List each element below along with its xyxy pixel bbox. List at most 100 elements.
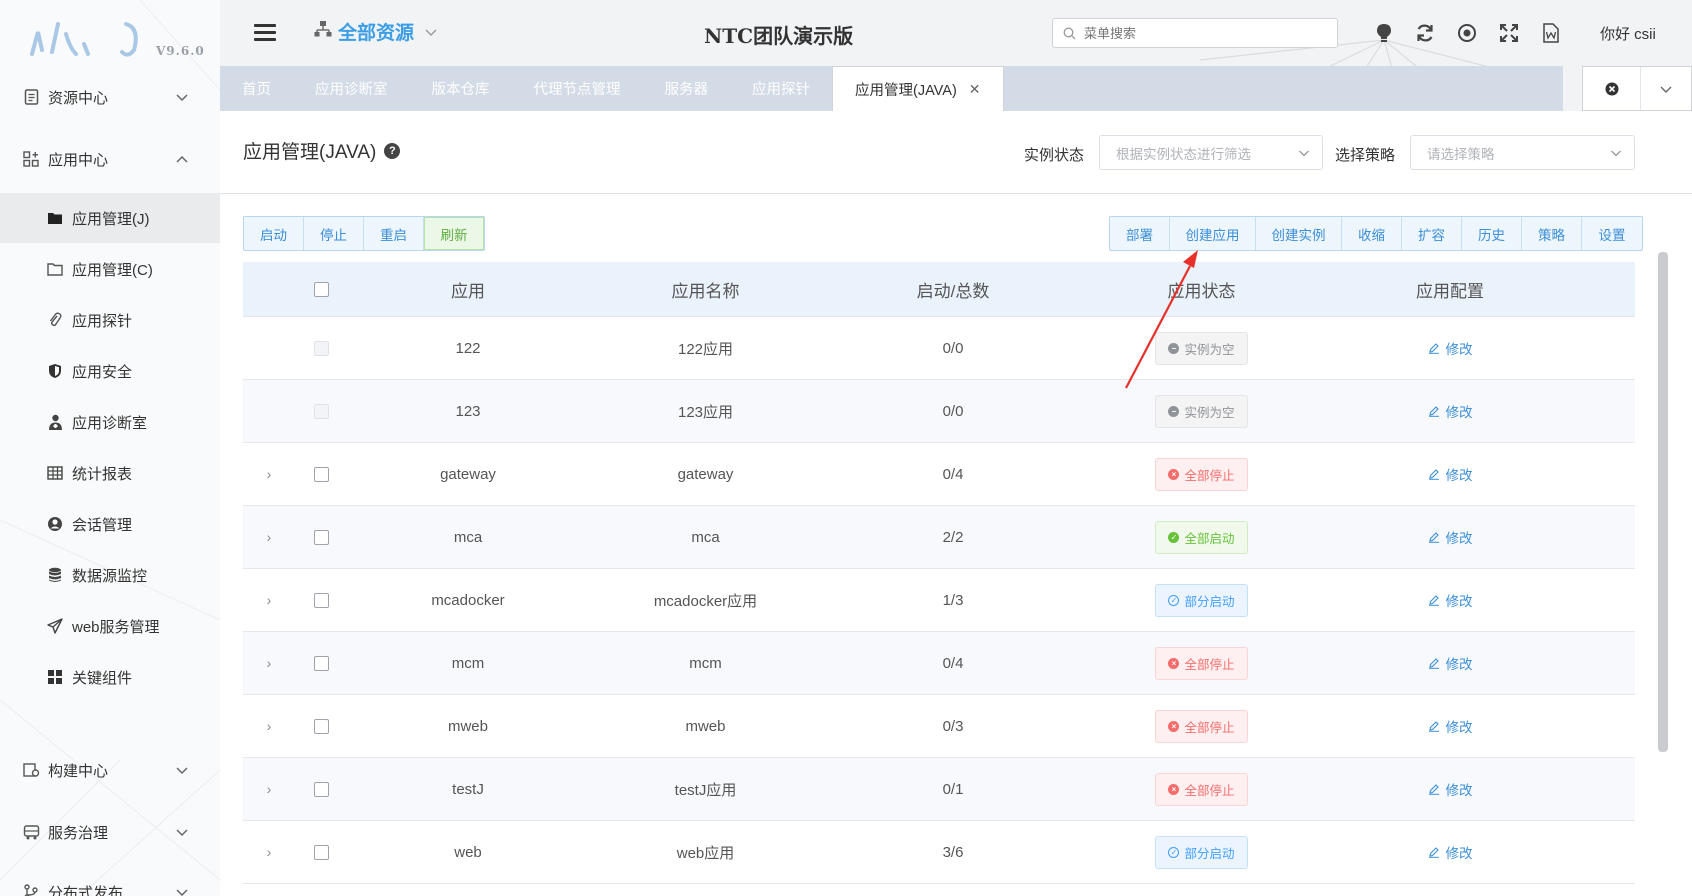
- tab-proxy-node[interactable]: 代理节点管理: [512, 66, 643, 111]
- sidebar-item-key-components[interactable]: 关键组件: [0, 652, 220, 702]
- user-greeting[interactable]: 你好 csii: [1600, 23, 1656, 44]
- expand-row-icon[interactable]: ›: [259, 632, 279, 694]
- row-checkbox: [311, 380, 331, 442]
- table-row[interactable]: › mcm mcm 0/4 × 全部停止 修改: [243, 632, 1635, 695]
- settings-button[interactable]: 设置: [1582, 217, 1642, 250]
- apps-add-icon: [22, 150, 40, 168]
- row-checkbox[interactable]: [311, 506, 331, 568]
- row-checkbox[interactable]: [311, 758, 331, 820]
- table-row[interactable]: › mweb mweb 0/3 × 全部停止 修改: [243, 695, 1635, 758]
- edit-link[interactable]: 修改: [1428, 401, 1473, 421]
- status-badge: ✓ 部分启动: [1155, 583, 1248, 617]
- expand-row-icon[interactable]: ›: [259, 569, 279, 631]
- edit-link[interactable]: 修改: [1428, 842, 1473, 862]
- sidebar-group-app-center[interactable]: 应用中心: [0, 137, 220, 181]
- sidebar-group-distributed-release[interactable]: 分布式发布: [0, 870, 220, 896]
- sidebar-group-service-governance[interactable]: 服务治理: [0, 810, 220, 854]
- tab-home[interactable]: 首页: [220, 66, 293, 111]
- sidebar-item-app-diagnosis[interactable]: 应用诊断室: [0, 397, 220, 447]
- sidebar-item-app-probe[interactable]: 应用探针: [0, 295, 220, 345]
- table-row[interactable]: 122 122应用 0/0 − 实例为空 修改: [243, 317, 1635, 380]
- refresh-icon[interactable]: [1414, 22, 1436, 44]
- search-icon: [1063, 27, 1076, 39]
- table-row[interactable]: 123 123应用 0/0 − 实例为空 修改: [243, 380, 1635, 443]
- tab-app-diagnosis[interactable]: 应用诊断室: [293, 66, 410, 111]
- shield-icon: [46, 362, 64, 380]
- page-title: 应用管理(JAVA) ?: [243, 137, 401, 164]
- sidebar-item-statistics-report[interactable]: 统计报表: [0, 448, 220, 498]
- expand-row-icon[interactable]: ›: [259, 758, 279, 820]
- tab-app-probe[interactable]: 应用探针: [730, 66, 832, 111]
- close-icon[interactable]: ✕: [969, 81, 981, 98]
- tab-app-management-java[interactable]: 应用管理(JAVA) ✕: [832, 66, 1004, 111]
- tab-server[interactable]: 服务器: [643, 66, 731, 111]
- sidebar-item-app-management-c[interactable]: 应用管理(C): [0, 244, 220, 294]
- word-document-icon[interactable]: [1540, 22, 1562, 44]
- tab-menu-chevron-icon[interactable]: [1641, 67, 1691, 110]
- shrink-button[interactable]: 收缩: [1342, 217, 1402, 250]
- row-checkbox[interactable]: [311, 632, 331, 694]
- table-row[interactable]: › mca mca 2/2 ✓ 全部启动 修改: [243, 506, 1635, 569]
- instance-status-select[interactable]: 根据实例状态进行筛选: [1099, 135, 1323, 170]
- sidebar-item-session-management[interactable]: 会话管理: [0, 499, 220, 549]
- expand-row-icon[interactable]: ›: [259, 443, 279, 505]
- row-checkbox[interactable]: [311, 821, 331, 883]
- chevron-down-icon: [176, 94, 188, 102]
- lightbulb-icon[interactable]: [1373, 22, 1395, 44]
- row-checkbox[interactable]: [311, 443, 331, 505]
- menu-search[interactable]: [1052, 18, 1338, 48]
- edit-label: 修改: [1445, 531, 1473, 546]
- sidebar-item-web-service[interactable]: web服务管理: [0, 601, 220, 651]
- app-logo[interactable]: V9.6.0: [28, 14, 208, 64]
- sidebar-item-datasource-monitor[interactable]: 数据源监控: [0, 550, 220, 600]
- tab-label: 首页: [242, 82, 271, 98]
- row-checkbox[interactable]: [311, 695, 331, 757]
- resource-selector[interactable]: 全部资源: [314, 18, 438, 45]
- table-row[interactable]: › web web应用 3/6 ✓ 部分启动 修改: [243, 821, 1635, 884]
- edit-link[interactable]: 修改: [1428, 590, 1473, 610]
- table-row[interactable]: › mcadocker mcadocker应用 1/3 ✓ 部分启动 修改: [243, 569, 1635, 632]
- tabs-row: 首页 应用诊断室 版本仓库 代理节点管理 服务器 应用探针 应用管理(JAVA)…: [220, 66, 1563, 111]
- row-checkbox[interactable]: [311, 569, 331, 631]
- select-all-checkbox[interactable]: [311, 262, 331, 316]
- strategy-select[interactable]: 请选择策略: [1410, 135, 1635, 170]
- help-icon[interactable]: ?: [384, 142, 401, 159]
- edit-link[interactable]: 修改: [1428, 527, 1473, 547]
- stop-button[interactable]: 停止: [304, 217, 364, 250]
- create-instance-button[interactable]: 创建实例: [1256, 217, 1342, 250]
- start-button[interactable]: 启动: [244, 217, 304, 250]
- sidebar-item-app-security[interactable]: 应用安全: [0, 346, 220, 396]
- restart-button[interactable]: 重启: [364, 217, 424, 250]
- sidebar-group-build-center[interactable]: 构建中心: [0, 748, 220, 792]
- edit-link[interactable]: 修改: [1428, 464, 1473, 484]
- table-row[interactable]: › testJ testJ应用 0/1 × 全部停止 修改: [243, 758, 1635, 821]
- expand-row-icon[interactable]: ›: [259, 506, 279, 568]
- status-text: 全部停止: [1184, 783, 1235, 798]
- table-row[interactable]: › gateway gateway 0/4 × 全部停止 修改: [243, 443, 1635, 506]
- sidebar-group-resource-center[interactable]: 资源中心: [0, 75, 220, 119]
- sidebar-item-app-management-j[interactable]: 应用管理(J): [0, 193, 220, 243]
- edit-link[interactable]: 修改: [1428, 653, 1473, 673]
- sidebar-item-label: 关键组件: [72, 669, 133, 687]
- fullscreen-icon[interactable]: [1498, 22, 1520, 44]
- history-button[interactable]: 历史: [1462, 217, 1522, 250]
- expand-row-icon[interactable]: ›: [259, 695, 279, 757]
- edit-link[interactable]: 修改: [1428, 779, 1473, 799]
- deploy-button[interactable]: 部署: [1110, 217, 1170, 250]
- refresh-button[interactable]: 刷新: [424, 217, 484, 250]
- close-all-tabs-icon[interactable]: [1583, 67, 1641, 110]
- edit-icon: [1428, 847, 1439, 858]
- edit-link[interactable]: 修改: [1428, 716, 1473, 736]
- menu-toggle-icon[interactable]: [254, 24, 276, 42]
- scale-out-button[interactable]: 扩容: [1402, 217, 1462, 250]
- target-icon[interactable]: [1456, 22, 1478, 44]
- search-input[interactable]: [1082, 24, 1322, 42]
- edit-icon: [1428, 658, 1439, 669]
- edit-link[interactable]: 修改: [1428, 338, 1473, 358]
- expand-row-icon[interactable]: ›: [259, 821, 279, 883]
- tab-version-repo[interactable]: 版本仓库: [410, 66, 512, 111]
- vertical-scrollbar[interactable]: [1658, 252, 1668, 752]
- strategy-button[interactable]: 策略: [1522, 217, 1582, 250]
- grid-icon: [46, 668, 64, 686]
- create-app-button[interactable]: 创建应用: [1170, 217, 1256, 250]
